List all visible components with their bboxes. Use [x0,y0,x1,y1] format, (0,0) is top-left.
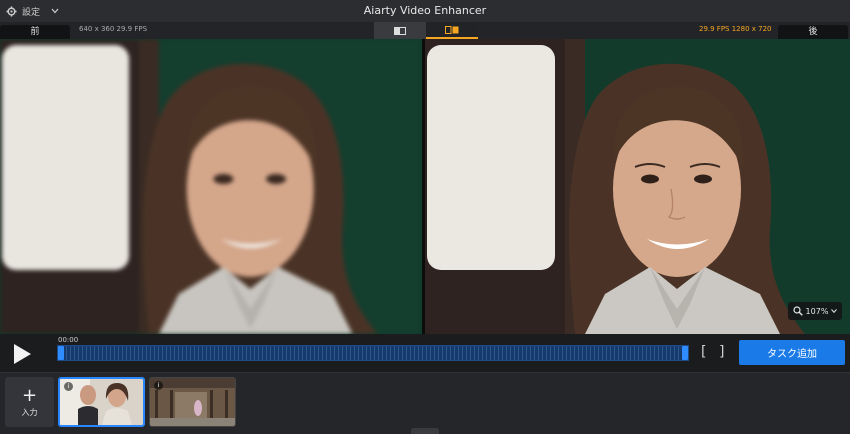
enhanced-frame-image [425,39,850,334]
media-tray: + 入力 i i [0,372,850,434]
play-button[interactable] [7,341,35,367]
media-thumbnail-1[interactable]: i [58,377,145,427]
add-task-button[interactable]: タスク追加 [739,340,845,365]
split-view-button[interactable] [374,22,426,39]
trim-start-handle[interactable] [58,346,64,360]
zoom-control[interactable]: 107% [788,302,842,320]
info-icon: i [64,382,73,391]
chevron-down-icon [831,309,838,313]
playback-controls: 00:00 [ ] タスク追加 [0,334,850,372]
output-info: 29.9 FPS 1280 x 720 [699,25,772,33]
timeline-frames [58,346,688,360]
trim-end-handle[interactable] [682,346,688,360]
zoom-level: 107% [805,306,829,316]
original-frame-image [0,39,422,334]
side-by-side-icon [445,25,459,34]
after-label: 後 [778,25,848,39]
view-mode-toggle [374,22,478,39]
source-info: 640 x 360 29.9 FPS [79,25,148,33]
media-thumbnail-2[interactable]: i [149,377,236,427]
current-time: 00:00 [58,336,79,344]
title-bar: 設定 Aiarty Video Enhancer [0,0,850,22]
original-preview [0,39,422,334]
plus-icon: + [21,384,38,406]
set-start-button[interactable]: [ [701,344,706,360]
info-bar: 前 640 x 360 29.9 FPS 29.9 FPS 1280 x 720… [0,22,850,39]
zoom-icon [792,306,803,316]
enhanced-preview [425,39,850,334]
timeline-track[interactable] [57,345,689,361]
split-view-icon [394,26,406,35]
side-by-side-button[interactable] [426,22,478,39]
app-title: Aiarty Video Enhancer [363,4,487,17]
info-icon: i [154,381,163,390]
add-input-label: 入力 [21,407,38,417]
set-end-button[interactable]: ] [719,344,724,360]
add-input-button[interactable]: + 入力 [5,377,54,427]
before-label: 前 [0,25,70,39]
play-icon [14,344,31,364]
resize-grip[interactable] [411,428,439,434]
